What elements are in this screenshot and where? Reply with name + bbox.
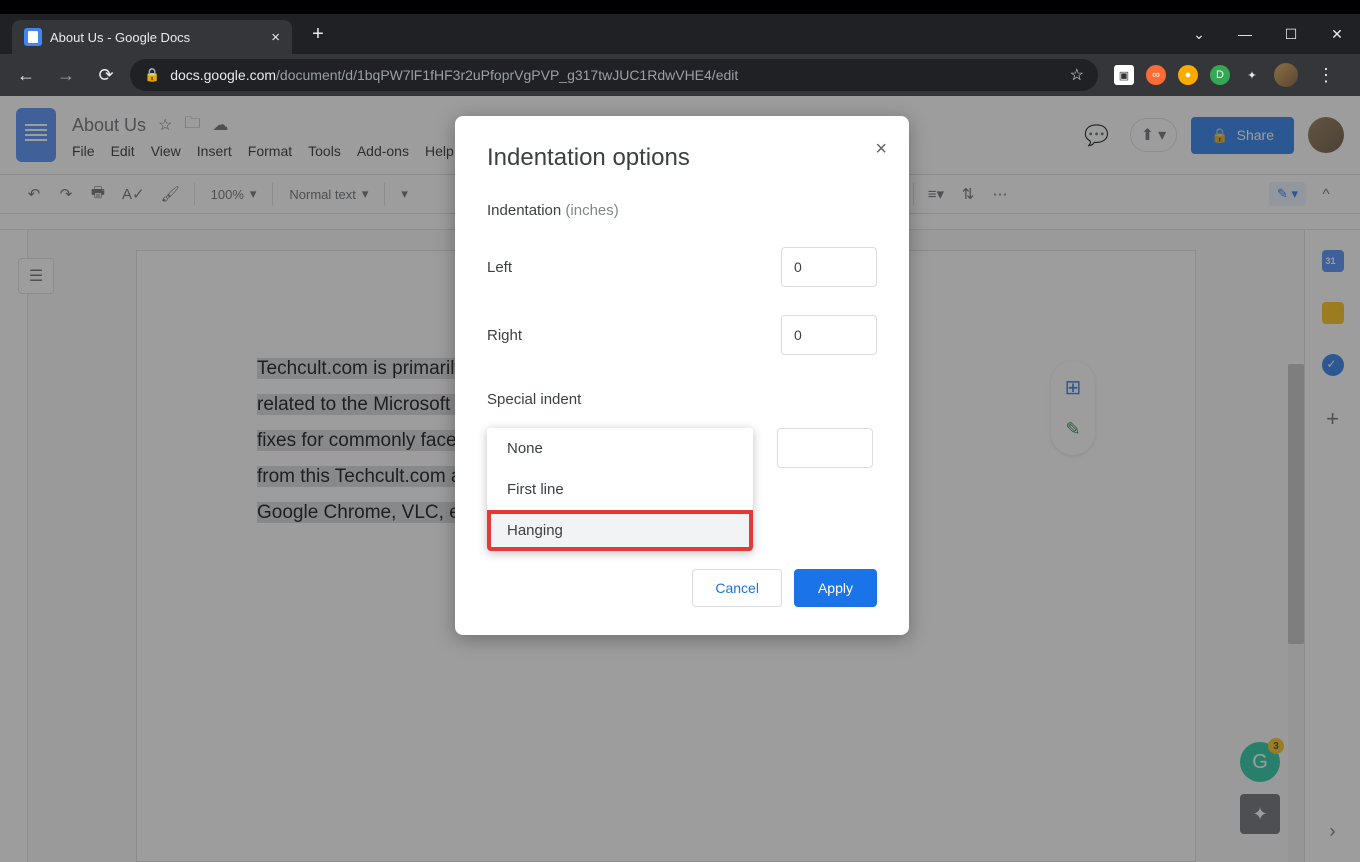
browser-menu-icon[interactable]: ⋮ xyxy=(1310,59,1342,91)
special-indent-value-input[interactable] xyxy=(777,428,873,468)
option-hanging[interactable]: Hanging xyxy=(487,510,753,551)
special-indent-label: Special indent xyxy=(487,391,877,408)
close-dialog-icon[interactable]: × xyxy=(875,138,887,161)
browser-tab[interactable]: About Us - Google Docs × xyxy=(12,20,292,54)
cancel-button[interactable]: Cancel xyxy=(692,569,782,607)
close-window-icon[interactable]: ✕ xyxy=(1314,14,1360,54)
docs-favicon xyxy=(24,28,42,46)
extensions-menu-icon[interactable]: ✦ xyxy=(1242,65,1262,85)
tab-close-icon[interactable]: × xyxy=(271,29,280,46)
back-button[interactable]: ← xyxy=(10,59,42,91)
tab-title: About Us - Google Docs xyxy=(50,30,190,45)
address-bar: ← → ⟳ 🔒 docs.google.com/document/d/1bqPW… xyxy=(0,54,1360,96)
dialog-title: Indentation options xyxy=(487,144,877,172)
bookmark-star-icon[interactable]: ☆ xyxy=(1070,65,1084,85)
new-tab-button[interactable]: + xyxy=(304,20,332,48)
maximize-icon[interactable]: ☐ xyxy=(1268,14,1314,54)
right-indent-input[interactable] xyxy=(781,315,877,355)
indentation-section-label: Indentation (inches) xyxy=(487,202,877,219)
reload-button[interactable]: ⟳ xyxy=(90,59,122,91)
profile-avatar[interactable] xyxy=(1274,63,1298,87)
indentation-options-dialog: Indentation options × Indentation (inche… xyxy=(455,116,909,635)
extension-icon[interactable]: D xyxy=(1210,65,1230,85)
option-first-line[interactable]: First line xyxy=(487,469,753,510)
option-none[interactable]: None xyxy=(487,428,753,469)
url-host: docs.google.com xyxy=(170,67,276,83)
left-indent-label: Left xyxy=(487,259,512,276)
extension-icon[interactable]: ● xyxy=(1178,65,1198,85)
special-indent-dropdown[interactable]: None First line Hanging xyxy=(487,428,753,551)
extension-icon[interactable]: ▣ xyxy=(1114,65,1134,85)
extension-icon[interactable]: ∞ xyxy=(1146,65,1166,85)
tab-bar: About Us - Google Docs × + ⌄ ― ☐ ✕ xyxy=(0,14,1360,54)
right-indent-label: Right xyxy=(487,327,522,344)
left-indent-input[interactable] xyxy=(781,247,877,287)
apply-button[interactable]: Apply xyxy=(794,569,877,607)
lock-icon: 🔒 xyxy=(144,67,160,83)
tab-dropdown-icon[interactable]: ⌄ xyxy=(1176,14,1222,54)
forward-button[interactable]: → xyxy=(50,59,82,91)
url-input[interactable]: 🔒 docs.google.com/document/d/1bqPW7lF1fH… xyxy=(130,59,1098,91)
url-path: /document/d/1bqPW7lF1fHF3r2uPfoprVgPVP_g… xyxy=(276,67,738,83)
minimize-icon[interactable]: ― xyxy=(1222,14,1268,54)
